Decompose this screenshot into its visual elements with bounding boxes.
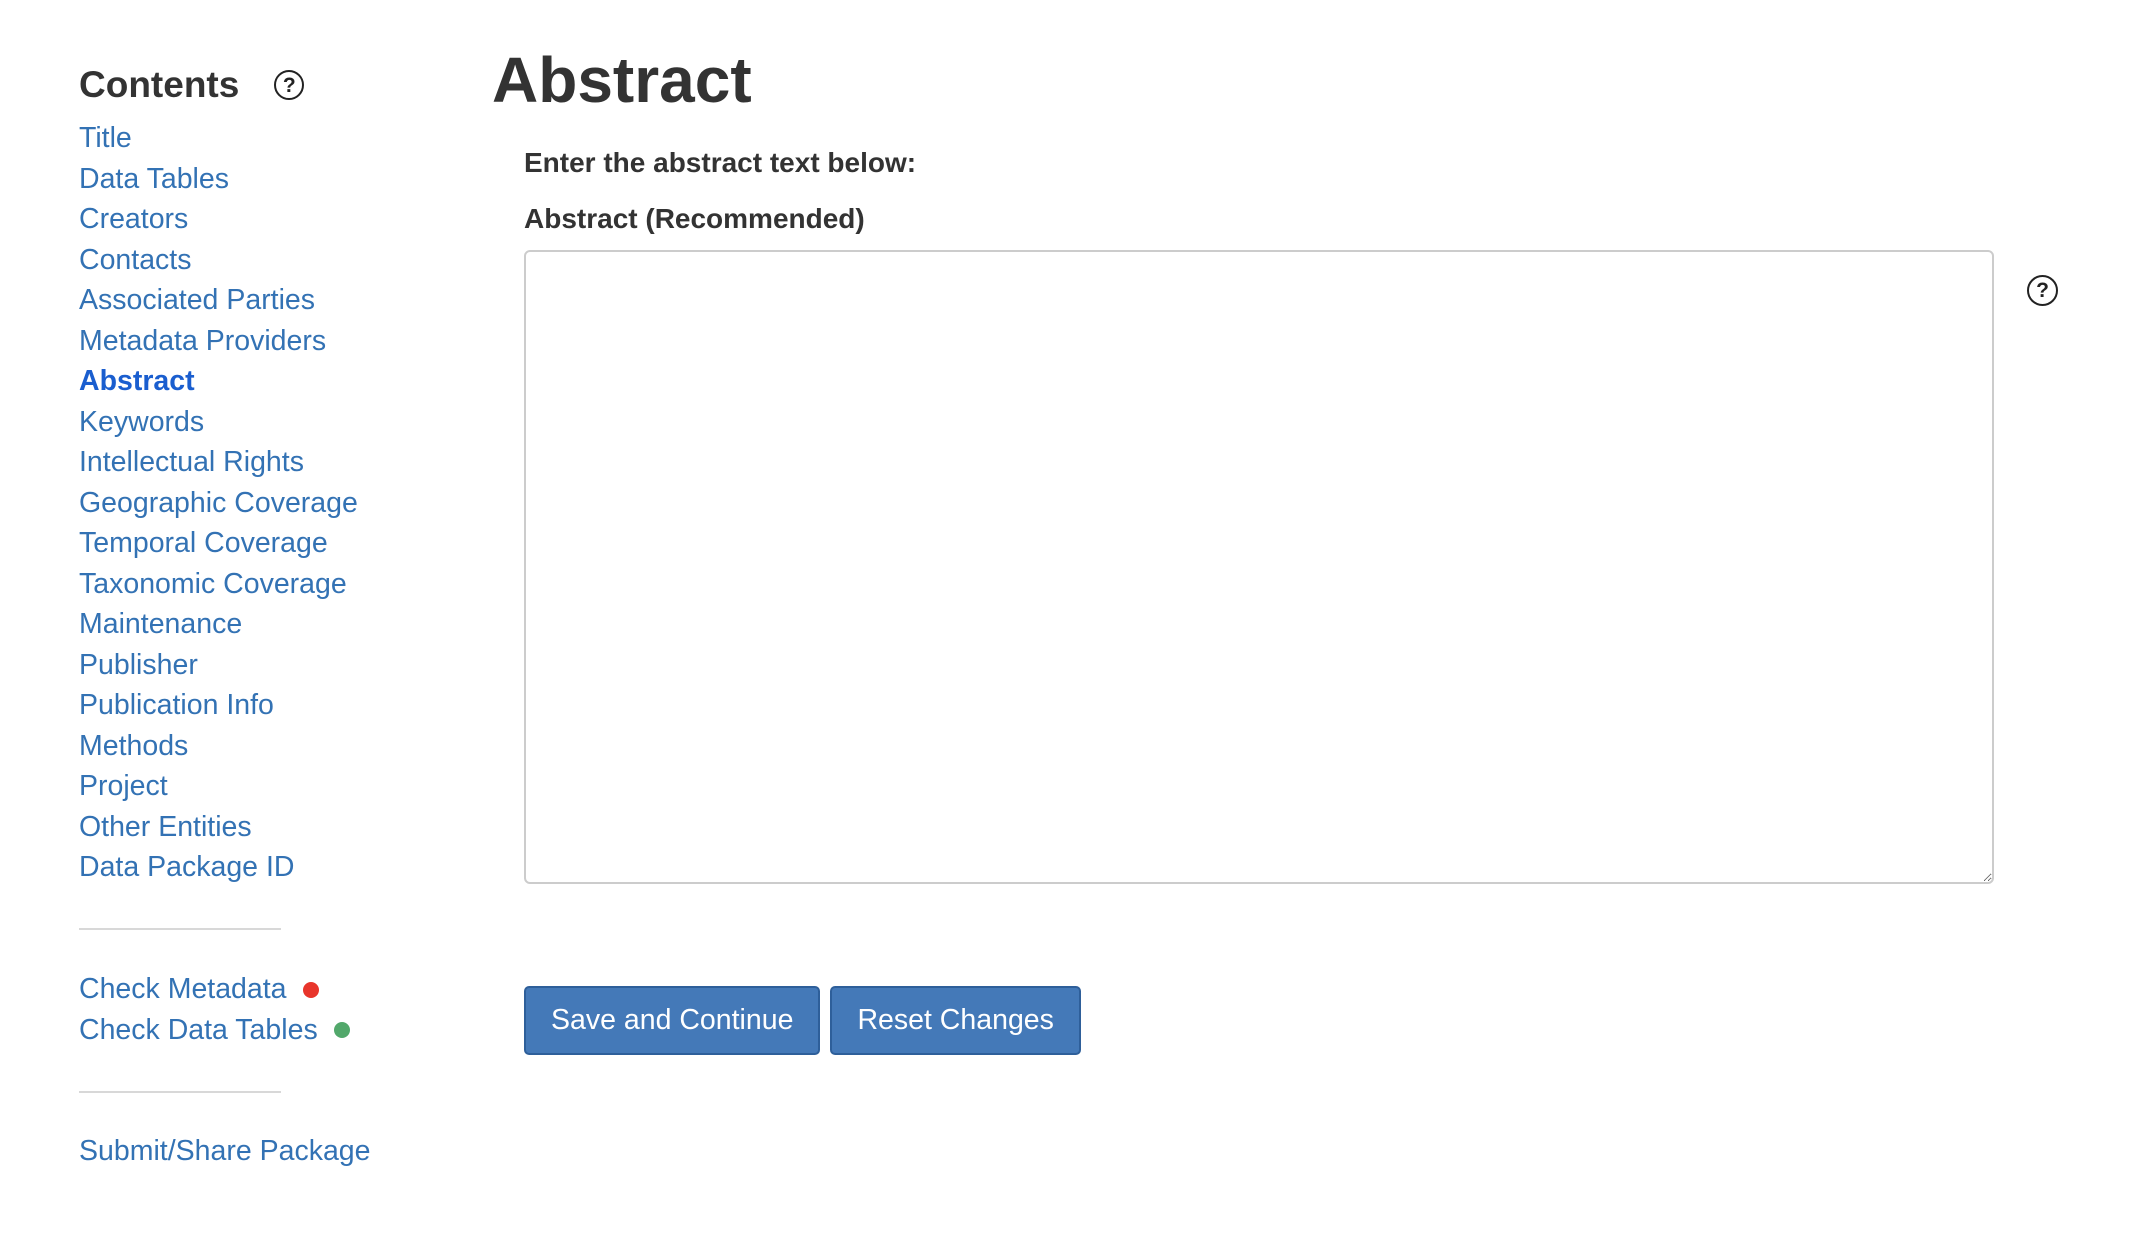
sidebar-item-other-entities[interactable]: Other Entities	[79, 807, 459, 848]
sidebar-item-metadata-providers[interactable]: Metadata Providers	[79, 321, 459, 362]
status-dot-red-icon	[302, 981, 319, 998]
sidebar-item-maintenance[interactable]: Maintenance	[79, 604, 459, 645]
sidebar-item-publication-info[interactable]: Publication Info	[79, 685, 459, 726]
contents-title: Contents	[79, 64, 240, 105]
abstract-textarea[interactable]	[524, 250, 1994, 884]
help-icon[interactable]: ?	[274, 70, 305, 100]
sidebar-item-title[interactable]: Title	[79, 118, 459, 159]
sidebar-item-geographic-coverage[interactable]: Geographic Coverage	[79, 483, 459, 524]
abstract-field-label: Abstract (Recommended)	[524, 203, 865, 234]
sidebar-item-taxonomic-coverage[interactable]: Taxonomic Coverage	[79, 564, 459, 605]
check-metadata-label: Check Metadata	[79, 973, 287, 1006]
submit-share-package-link[interactable]: Submit/Share Package	[79, 1131, 459, 1172]
save-and-continue-button[interactable]: Save and Continue	[524, 986, 821, 1055]
reset-changes-button[interactable]: Reset Changes	[830, 986, 1081, 1055]
sidebar-divider	[79, 927, 281, 930]
sidebar-item-temporal-coverage[interactable]: Temporal Coverage	[79, 523, 459, 564]
sidebar-item-data-tables[interactable]: Data Tables	[79, 159, 459, 200]
contents-header: Contents ?	[79, 60, 459, 110]
check-metadata-link[interactable]: Check Metadata	[79, 970, 459, 1011]
instruction-text: Enter the abstract text below:	[524, 147, 917, 178]
sidebar-item-project[interactable]: Project	[79, 766, 459, 807]
sidebar-divider	[79, 1090, 281, 1093]
sidebar-item-associated-parties[interactable]: Associated Parties	[79, 280, 459, 321]
sidebar-item-intellectual-rights[interactable]: Intellectual Rights	[79, 442, 459, 483]
sidebar-item-methods[interactable]: Methods	[79, 726, 459, 767]
page-title: Abstract	[492, 44, 752, 116]
sidebar-item-data-package-id[interactable]: Data Package ID	[79, 847, 459, 888]
sidebar-item-abstract[interactable]: Abstract	[79, 361, 459, 402]
abstract-field-row: ?	[524, 250, 2092, 884]
sidebar-item-publisher[interactable]: Publisher	[79, 645, 459, 686]
main-content: Abstract Enter the abstract text below: …	[492, 40, 2092, 1055]
abstract-form: Enter the abstract text below: Abstract …	[524, 146, 2092, 1055]
check-data-tables-label: Check Data Tables	[79, 1013, 318, 1046]
status-dot-green-icon	[333, 1022, 350, 1039]
sidebar: Contents ? Title Data Tables Creators Co…	[79, 60, 459, 1171]
sidebar-item-contacts[interactable]: Contacts	[79, 240, 459, 281]
sidebar-item-creators[interactable]: Creators	[79, 199, 459, 240]
sidebar-nav: Title Data Tables Creators Contacts Asso…	[79, 118, 459, 888]
button-row: Save and Continue Reset Changes	[524, 986, 2092, 1055]
sidebar-item-keywords[interactable]: Keywords	[79, 402, 459, 443]
check-data-tables-link[interactable]: Check Data Tables	[79, 1010, 459, 1051]
help-icon[interactable]: ?	[2027, 275, 2058, 306]
